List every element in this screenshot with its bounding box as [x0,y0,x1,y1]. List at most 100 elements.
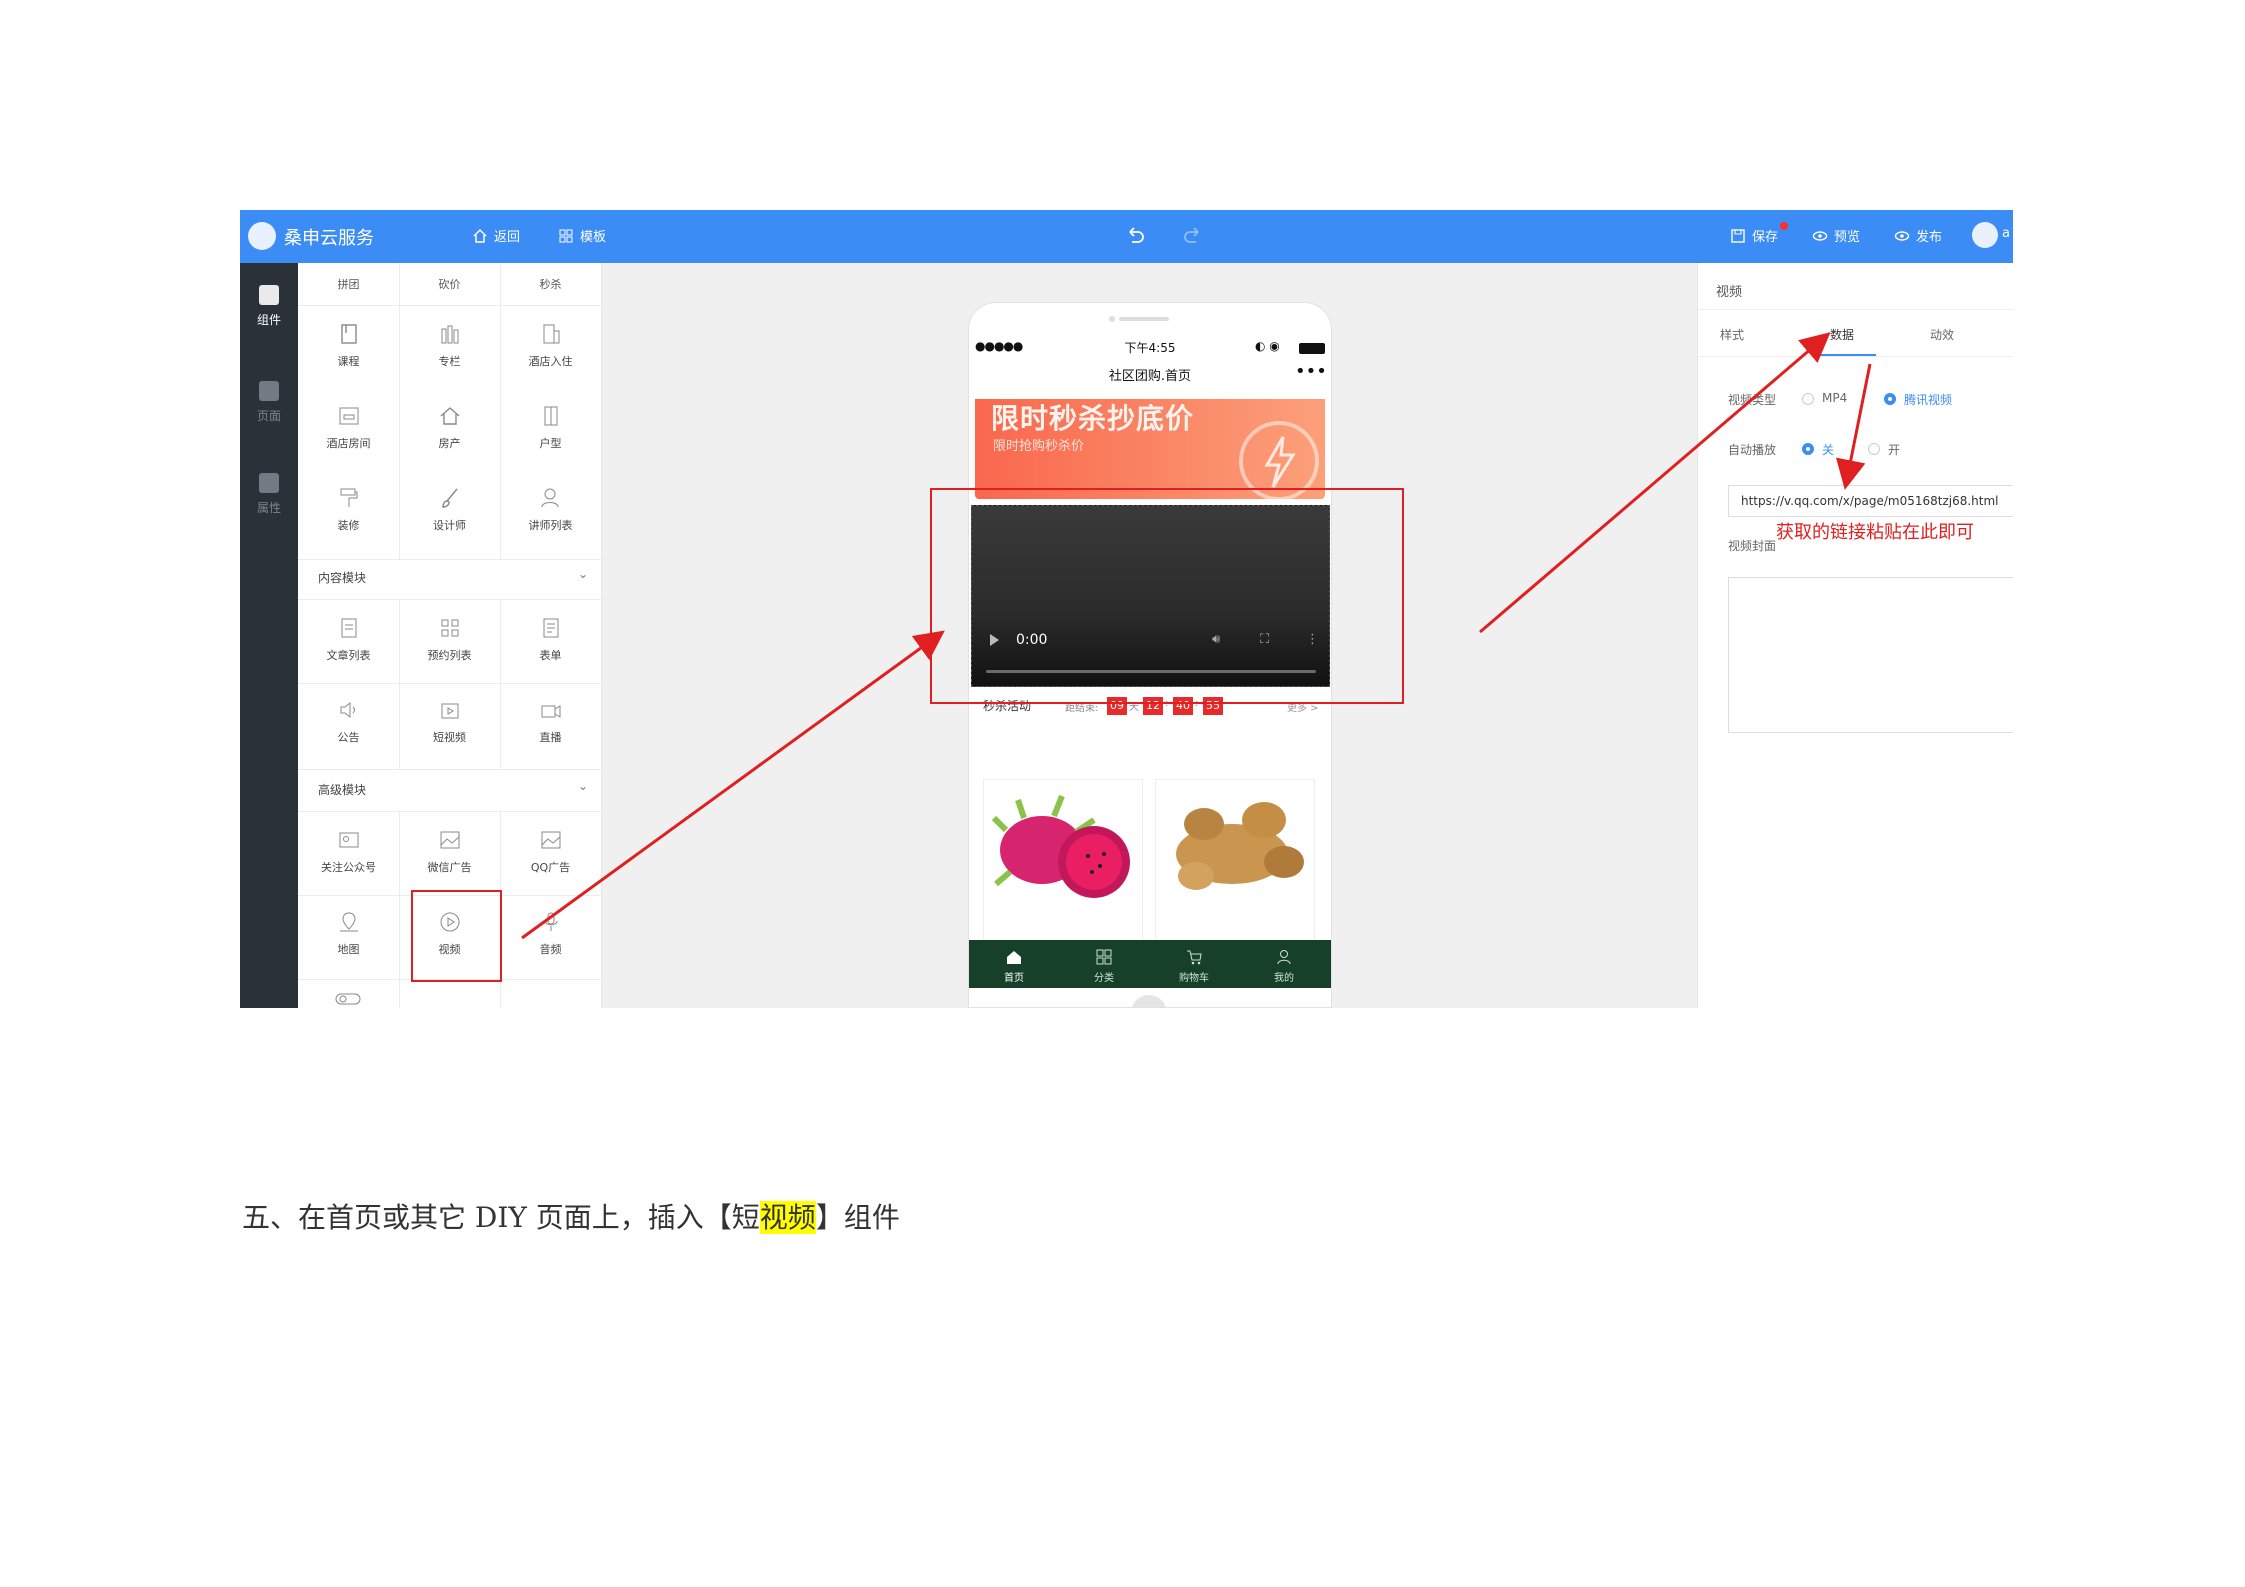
video-type-label: 视频类型 [1728,393,1777,407]
document-icon [341,618,356,638]
component-short-video[interactable]: 短视频 [399,697,500,745]
autoplay-label: 自动播放 [1728,443,1777,457]
speaker-icon [340,701,355,719]
component-map[interactable]: 地图 [298,909,399,957]
section-content[interactable]: 内容模块 [318,569,366,586]
chevron-down-icon[interactable]: ⌄ [578,567,588,581]
tab-data[interactable]: 数据 [1830,326,1854,343]
component-icon [259,285,279,305]
template-label: 模板 [580,230,607,245]
rail-item-components[interactable]: 组件 [240,285,298,328]
redo-icon[interactable] [1182,224,1204,246]
component-qq-ad[interactable]: QQ广告 [500,827,601,875]
props-title: 视频 [1716,285,1743,300]
status-bar: ●●●●● 下午4:55 ◐ ◉ [969,339,1331,359]
image-icon [440,831,459,849]
radio-tencent-video[interactable] [1884,393,1896,405]
radio-autoplay-off[interactable] [1802,443,1814,455]
tab-animation[interactable]: 动效 [1930,326,1954,343]
brand-logo [248,222,276,250]
image-icon [541,831,560,849]
dragon-fruit-image [991,794,1130,898]
bed-icon [339,407,358,425]
rail-label: 组件 [256,313,281,327]
annotation-note: 获取的链接粘贴在此即可 [1776,522,1974,543]
avatar[interactable] [1972,222,1998,248]
component-decoration[interactable]: 装修 [298,485,399,533]
video-cover-upload[interactable] [1728,577,2013,733]
save-button[interactable]: 保存 [1730,226,1778,245]
product-card[interactable] [1155,779,1315,943]
component-designer[interactable]: 设计师 [399,485,500,533]
ginger-image [1176,802,1304,890]
component-article-list[interactable]: 文章列表 [298,615,399,663]
building-icon [543,324,559,344]
component-lecturer-list[interactable]: 讲师列表 [500,485,601,533]
chevron-down-icon[interactable]: ⌄ [578,779,588,793]
battery-icon [1299,343,1325,354]
back-label: 返回 [494,230,521,245]
props-tabs: 样式 数据 动效 [1698,309,2013,357]
editor-screenshot: 桑申云服务 返回 模板 保存 预览 发布 a 组件 页面 属性 拼团 砍价 秒杀… [240,210,2013,1008]
user-icon [541,488,558,508]
camera-icon [541,705,560,718]
page-icon [259,381,279,401]
rail-label: 属性 [256,501,281,515]
radio-autoplay-on[interactable] [1868,443,1880,455]
instruction-caption: 五、在首页或其它 DIY 页面上，插入【短视频】组件 [242,1201,900,1234]
component-wechat-ad[interactable]: 微信广告 [399,827,500,875]
component-real-estate[interactable]: 房产 [399,403,500,451]
radio-mp4[interactable] [1802,393,1814,405]
save-icon [1731,228,1745,243]
back-button[interactable]: 返回 [472,226,520,245]
template-button[interactable]: 模板 [558,226,606,245]
annotation-box-video-component [411,890,502,982]
component-group-buy[interactable]: 拼团 [298,276,399,292]
paint-roller-icon [340,488,357,507]
component-notice[interactable]: 公告 [298,697,399,745]
rail-label: 页面 [256,409,281,423]
home-icon [473,228,487,243]
component-booking-list[interactable]: 预约列表 [399,615,500,663]
rail-item-properties[interactable]: 属性 [240,473,298,516]
unsaved-dot [1780,222,1788,230]
tab-profile[interactable]: 我的 [1239,940,1329,984]
mp4-option-label: MP4 [1822,391,1848,405]
tab-cart[interactable]: 购物车 [1149,940,1239,984]
flash-sale-banner[interactable]: 限时秒杀抄底价 限时抢购秒杀价 [975,399,1325,499]
component-follow-account[interactable]: 关注公众号 [298,827,399,875]
left-rail: 组件 页面 属性 [240,263,298,1008]
top-bar: 桑申云服务 返回 模板 保存 预览 发布 a [240,210,2013,263]
home-icon [1007,951,1021,964]
component-column[interactable]: 专栏 [399,321,500,369]
component-live[interactable]: 直播 [500,697,601,745]
toggle-icon[interactable] [334,991,362,1007]
preview-label: 预览 [1834,230,1861,245]
publish-button[interactable]: 发布 [1894,226,1942,245]
tab-category[interactable]: 分类 [1059,940,1149,984]
property-icon [259,473,279,493]
component-flash-sale[interactable]: 秒杀 [500,276,601,292]
autoplay-on-label: 开 [1888,443,1901,457]
video-url-input[interactable]: https://v.qq.com/x/page/m05168tzj68.html [1728,485,2013,517]
section-advanced[interactable]: 高级模块 [318,781,366,798]
component-audio[interactable]: 音频 [500,909,601,957]
rail-item-pages[interactable]: 页面 [240,381,298,424]
component-bargain[interactable]: 砍价 [399,276,500,292]
cart-icon [1187,950,1202,965]
undo-icon[interactable] [1124,224,1146,246]
tab-style[interactable]: 样式 [1720,326,1744,343]
product-card[interactable] [983,779,1143,943]
tab-home[interactable]: 首页 [969,940,1059,984]
component-form[interactable]: 表单 [500,615,601,663]
more-menu-icon[interactable]: ••• [1295,361,1327,382]
tencent-video-option-label: 腾讯视频 [1904,393,1953,407]
component-hotel-room[interactable]: 酒店房间 [298,403,399,451]
preview-button[interactable]: 预览 [1812,226,1860,245]
component-course[interactable]: 课程 [298,321,399,369]
grid-icon [441,619,458,637]
component-hotel-checkin[interactable]: 酒店入住 [500,321,601,369]
publish-label: 发布 [1916,230,1943,245]
component-floor-plan[interactable]: 户型 [500,403,601,451]
video-clip-icon [441,703,458,719]
